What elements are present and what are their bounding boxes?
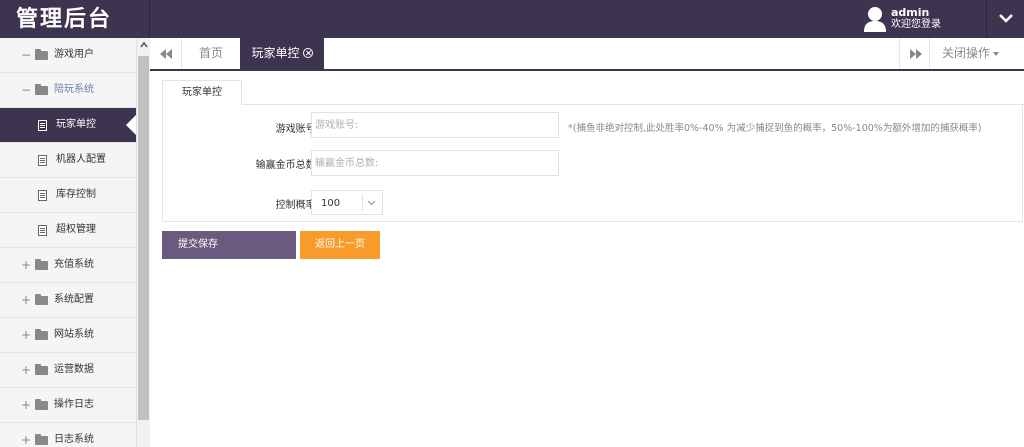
control-rate-value: 100 [321, 198, 341, 209]
sidebar-item-label: 日志系统 [54, 434, 94, 445]
document-icon [38, 120, 47, 131]
sidebar-subitem-robot-config[interactable]: 机器人配置 [0, 143, 136, 178]
folder-icon [35, 259, 48, 270]
back-button[interactable]: 返回上一页 [300, 231, 380, 259]
folder-icon [35, 434, 48, 445]
document-icon [38, 225, 47, 236]
caret-down-icon [993, 52, 1000, 56]
sidebar-item-label: 网站系统 [54, 329, 94, 340]
sidebar-item-label: 陪玩系统 [54, 84, 94, 95]
form-panel: 游戏账号: *(捕鱼非绝对控制,此处胜率0%-40% 为减少捕捉到鱼的概率，50… [162, 104, 1023, 222]
sidebar-item-game-users[interactable]: − 游戏用户 [0, 38, 136, 73]
sidebar-item-label: 系统配置 [54, 294, 94, 305]
close-icon[interactable] [302, 48, 313, 58]
header-dropdown-toggle[interactable] [986, 0, 1024, 38]
sidebar-item-operation-log[interactable]: + 操作日志 [0, 388, 136, 423]
expand-icon: + [21, 328, 32, 342]
document-icon [38, 155, 47, 166]
user-menu[interactable]: admin 欢迎您登录 [856, 0, 984, 38]
sidebar-item-label: 操作日志 [54, 399, 94, 410]
top-bar: 管理后台 admin 欢迎您登录 [0, 0, 1024, 38]
game-account-input[interactable] [311, 112, 559, 138]
folder-icon [35, 49, 48, 60]
double-arrow-left-icon [160, 49, 172, 59]
folder-icon [35, 399, 48, 410]
expand-icon: + [21, 433, 32, 447]
sidebar-item-log-system[interactable]: + 日志系统 [0, 423, 136, 447]
sidebar-item-label: 玩家单控 [56, 119, 96, 130]
sidebar-subitem-player-control[interactable]: 玩家单控 [0, 108, 136, 143]
collapse-icon: − [21, 83, 32, 97]
expand-icon: + [21, 293, 32, 307]
control-hint-text: *(捕鱼非绝对控制,此处胜率0%-40% 为减少捕捉到鱼的概率，50%-100%… [568, 123, 982, 134]
active-indicator-arrow [126, 115, 136, 135]
collapse-icon: − [21, 48, 32, 62]
tab-player-control[interactable]: 玩家单控 [240, 38, 324, 69]
account-label: 游戏账号: [275, 124, 319, 135]
close-operations-label: 关闭操作 [942, 46, 991, 60]
folder-icon [35, 364, 48, 375]
expand-icon: + [21, 363, 32, 377]
sidebar-item-label: 充值系统 [54, 259, 94, 270]
folder-icon [35, 84, 48, 95]
form-section-tab[interactable]: 玩家单控 [162, 80, 242, 105]
chevron-down-icon [999, 14, 1013, 23]
tab-scroll-right-button[interactable] [899, 38, 929, 69]
close-operations-dropdown[interactable]: 关闭操作 [929, 38, 1024, 69]
sidebar-item-escort-system[interactable]: − 陪玩系统 [0, 73, 136, 108]
form-tab-header: 玩家单控 [162, 80, 1024, 105]
document-icon [38, 190, 47, 201]
expand-icon: + [21, 258, 32, 272]
scroll-up-icon[interactable] [140, 42, 148, 48]
sidebar-item-operation-data[interactable]: + 运营数据 [0, 353, 136, 388]
coins-total-input[interactable] [311, 150, 559, 176]
username: admin [891, 6, 930, 19]
brand-logo: 管理后台 [0, 0, 150, 38]
sidebar-item-label: 机器人配置 [56, 154, 106, 165]
select-divider [362, 194, 363, 211]
submit-save-button[interactable]: 提交保存 [162, 231, 296, 259]
double-arrow-right-icon [910, 49, 922, 59]
tab-bar: 首页 玩家单控 关闭操作 [150, 38, 1024, 71]
tab-scroll-left-button[interactable] [150, 38, 182, 69]
expand-icon: + [21, 398, 32, 412]
sidebar-item-label: 游戏用户 [54, 49, 94, 60]
control-rate-select[interactable]: 100 [311, 190, 383, 215]
tab-home[interactable]: 首页 [182, 38, 240, 69]
sidebar-nav: − 游戏用户 − 陪玩系统 玩家单控 机器人配置 库存控制 超权管理 + 充值系… [0, 38, 136, 447]
welcome-text: 欢迎您登录 [891, 19, 941, 30]
sidebar-item-label: 库存控制 [56, 189, 96, 200]
user-avatar-icon [864, 7, 886, 32]
sidebar-subitem-super-permission[interactable]: 超权管理 [0, 213, 136, 248]
coins-label: 输赢金币总数: [255, 160, 319, 171]
sidebar-item-label: 超权管理 [56, 224, 96, 235]
folder-icon [35, 294, 48, 305]
folder-icon [35, 329, 48, 340]
sidebar-item-system-config[interactable]: + 系统配置 [0, 283, 136, 318]
chevron-down-icon [367, 200, 376, 206]
tab-label: 玩家单控 [251, 46, 300, 60]
rate-label: 控制概率: [275, 200, 319, 211]
sidebar-scrollbar[interactable] [136, 38, 150, 447]
scrollbar-thumb[interactable] [138, 56, 149, 420]
sidebar-subitem-stock-control[interactable]: 库存控制 [0, 178, 136, 213]
sidebar-item-label: 运营数据 [54, 364, 94, 375]
sidebar-item-recharge-system[interactable]: + 充值系统 [0, 248, 136, 283]
sidebar-item-website-system[interactable]: + 网站系统 [0, 318, 136, 353]
